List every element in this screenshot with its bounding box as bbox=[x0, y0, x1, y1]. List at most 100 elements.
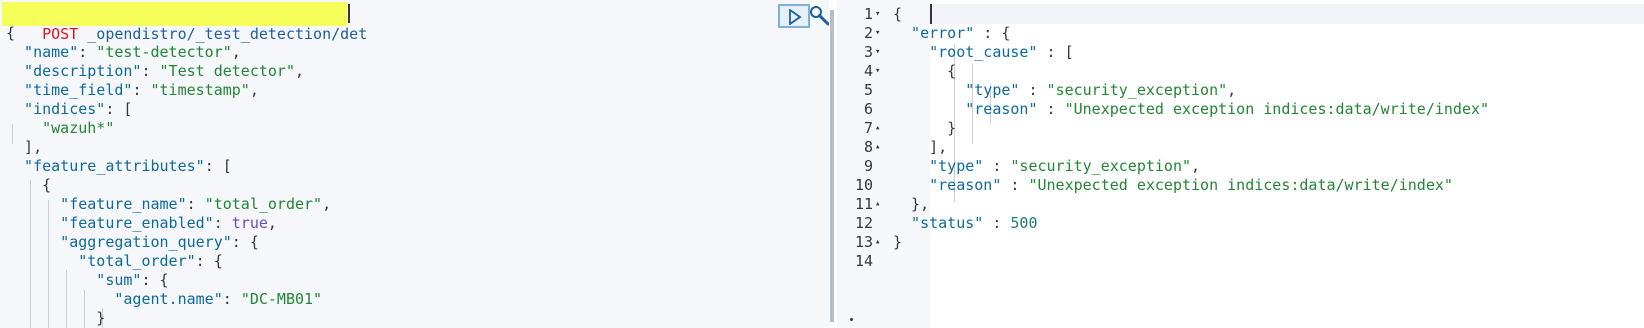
code-line: "error" : { bbox=[893, 23, 1010, 43]
code-line: "total_order": { bbox=[6, 251, 223, 271]
code-token: : bbox=[1019, 81, 1047, 99]
code-token: : { bbox=[195, 252, 223, 270]
code-line: "status" : 500 bbox=[893, 213, 1038, 233]
code-token: : { bbox=[141, 271, 169, 289]
request-method: POST bbox=[42, 25, 79, 43]
code-token: "agent.name" bbox=[6, 290, 223, 308]
code-line: { bbox=[6, 175, 51, 195]
code-token: "DC-MB01" bbox=[240, 290, 323, 308]
code-token: { bbox=[6, 176, 52, 194]
code-line: "name": "test-detector", bbox=[6, 42, 241, 62]
wrench-icon bbox=[810, 6, 829, 26]
text-cursor bbox=[348, 4, 350, 23]
pane-resizer[interactable] bbox=[829, 0, 837, 328]
fold-expand-icon[interactable]: ▴ bbox=[875, 137, 887, 157]
play-icon bbox=[789, 9, 802, 25]
request-line[interactable]: POST _opendistro/_test_detection/det bbox=[6, 4, 367, 43]
code-token: , bbox=[322, 195, 332, 213]
code-line: ], bbox=[893, 137, 947, 157]
code-line: "wazuh*" bbox=[6, 118, 114, 138]
code-line: "agent.name": "DC-MB01" bbox=[6, 289, 322, 309]
line-number: 14 bbox=[854, 252, 873, 270]
code-line: "root_cause" : [ bbox=[893, 42, 1074, 62]
code-token: "Test detector" bbox=[159, 62, 295, 80]
code-token: } bbox=[6, 309, 106, 327]
fold-collapse-icon[interactable]: ▾ bbox=[875, 23, 887, 43]
line-number: 2 bbox=[863, 24, 873, 42]
code-token: "feature_attributes" bbox=[6, 157, 205, 175]
line-number: 10 bbox=[854, 176, 873, 194]
code-token: , bbox=[249, 81, 259, 99]
code-token: "description" bbox=[6, 62, 142, 80]
fold-expand-icon[interactable]: ▴ bbox=[875, 232, 887, 252]
code-token: } bbox=[893, 233, 903, 251]
code-line: } bbox=[893, 118, 956, 138]
fold-collapse-icon[interactable]: ▾ bbox=[875, 61, 887, 81]
code-token: : bbox=[78, 43, 97, 61]
code-token: ], bbox=[893, 138, 948, 156]
fold-collapse-icon[interactable]: ▾ bbox=[875, 4, 887, 24]
code-token: : [ bbox=[204, 157, 232, 175]
code-token: ], bbox=[6, 138, 43, 156]
code-token: , bbox=[295, 62, 305, 80]
code-token: "error" bbox=[893, 24, 975, 42]
fold-expand-icon[interactable]: ▴ bbox=[875, 118, 887, 138]
code-token: : [ bbox=[105, 100, 133, 118]
code-token: "total_order" bbox=[6, 252, 196, 270]
code-token: , bbox=[267, 214, 277, 232]
code-line: "type" : "security_exception", bbox=[893, 156, 1200, 176]
code-token: "status" bbox=[893, 214, 984, 232]
resizer-handle[interactable] bbox=[830, 10, 834, 322]
request-editor[interactable]: POST _opendistro/_test_detection/det { "… bbox=[0, 0, 829, 328]
line-number: 6 bbox=[863, 100, 873, 118]
code-token: : { bbox=[231, 233, 259, 251]
response-viewer: 1 ▾ 2 ▾ 3 ▾ 4 ▾ 5 6 7 ▴ 8 ▴ 9 10 11 ▴ 12 13 ▴ 14 { "error" : … bbox=[837, 0, 1644, 328]
fold-expand-icon[interactable]: ▴ bbox=[875, 194, 887, 214]
code-line: "reason" : "Unexpected exception indices… bbox=[893, 175, 1453, 195]
code-token: : bbox=[222, 290, 241, 308]
code-line: "reason" : "Unexpected exception indices… bbox=[893, 99, 1489, 119]
code-token: "security_exception" bbox=[1046, 81, 1228, 99]
code-token: "sum" bbox=[6, 271, 142, 289]
code-line: { bbox=[893, 61, 956, 81]
code-line: "feature_enabled": true, bbox=[6, 213, 277, 233]
line-number: 5 bbox=[863, 81, 873, 99]
fold-collapse-icon[interactable]: ▾ bbox=[875, 42, 887, 62]
code-token: "aggregation_query" bbox=[6, 233, 232, 251]
code-line: { bbox=[6, 23, 15, 43]
code-token: 500 bbox=[1010, 214, 1038, 232]
code-token: true bbox=[231, 214, 268, 232]
code-token: { bbox=[893, 62, 957, 80]
code-token: "type" bbox=[893, 81, 1020, 99]
response-cursor bbox=[930, 4, 932, 24]
code-token: "Unexpected exception indices:data/write… bbox=[1028, 176, 1453, 194]
code-line: "feature_attributes": [ bbox=[6, 156, 232, 176]
code-line: }, bbox=[893, 194, 929, 214]
code-line: "type" : "security_exception", bbox=[893, 80, 1236, 100]
code-token: : bbox=[1037, 100, 1065, 118]
code-token: "root_cause" bbox=[893, 43, 1038, 61]
code-token: "indices" bbox=[6, 100, 106, 118]
code-token: "feature_enabled" bbox=[6, 214, 214, 232]
code-token: }, bbox=[893, 195, 930, 213]
line-number: 13 bbox=[854, 233, 873, 251]
code-token: "reason" bbox=[893, 100, 1038, 118]
line-number: 11 bbox=[854, 195, 873, 213]
code-token: : bbox=[132, 81, 151, 99]
code-line: } bbox=[6, 308, 105, 328]
code-token: "wazuh*" bbox=[6, 119, 115, 137]
line-number: 3 bbox=[863, 43, 873, 61]
line-number: 9 bbox=[863, 157, 873, 175]
run-request-button[interactable] bbox=[778, 4, 810, 28]
code-token: : [ bbox=[1037, 43, 1074, 61]
request-url: _opendistro/_test_detection/det bbox=[78, 25, 368, 43]
code-line: "feature_name": "total_order", bbox=[6, 194, 331, 214]
code-line: { bbox=[893, 4, 902, 24]
code-token: { bbox=[6, 24, 16, 42]
code-token: : bbox=[983, 214, 1011, 232]
settings-button[interactable] bbox=[808, 4, 829, 28]
code-line: "time_field": "timestamp", bbox=[6, 80, 259, 100]
code-line: ], bbox=[6, 137, 42, 157]
code-token: "Unexpected exception indices:data/write… bbox=[1064, 100, 1490, 118]
code-line: "indices": [ bbox=[6, 99, 132, 119]
